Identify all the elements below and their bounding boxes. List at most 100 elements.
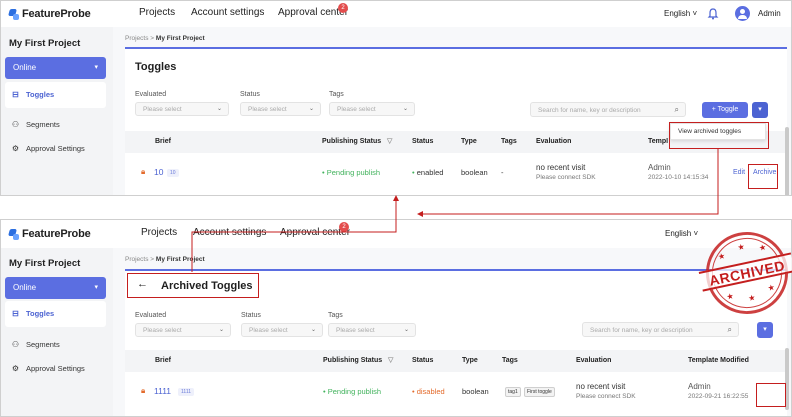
sidebar-item-approval-settings[interactable]: ⚙ Approval Settings (11, 144, 85, 153)
evaluation-text: no recent visit (536, 163, 586, 172)
bell-icon[interactable] (707, 8, 719, 20)
edit-link[interactable]: Edit (733, 169, 745, 176)
table-row[interactable]: 🔒︎ 10 10 • Pending publish • enabled boo… (125, 153, 787, 193)
filter-tags-select[interactable]: Please select ⌄ (328, 323, 416, 337)
brand-logo[interactable]: FeatureProbe (8, 6, 91, 22)
tag-badge: First toggle (524, 387, 555, 397)
chevron-down-icon: ▾ (758, 106, 762, 113)
publishing-status: • Pending publish (323, 387, 382, 396)
sidebar-item-segments[interactable]: ⚇ Segments (11, 340, 60, 349)
brand-name: FeatureProbe (22, 8, 91, 20)
breadcrumb: Projects > My First Project (125, 35, 205, 42)
filter-status-select[interactable]: Please select ⌄ (241, 323, 323, 337)
chevron-down-icon: ⌄ (308, 106, 314, 112)
highlight-archive (748, 164, 778, 189)
filter-evaluated-select[interactable]: Please select ⌄ (135, 323, 231, 337)
environment-select[interactable]: Online ▾ (5, 277, 106, 299)
language-select[interactable]: English ˅ (665, 229, 698, 238)
col-status: Status (412, 138, 434, 145)
toggle-key: 10 (167, 169, 179, 177)
evaluation-hint: Please connect SDK (536, 174, 596, 181)
col-brief: Brief (155, 357, 171, 364)
search-input[interactable]: Search for name, key or description ⌕ (530, 102, 686, 117)
breadcrumb-current: My First Project (155, 35, 205, 42)
toggles-screenshot: FeatureProbe Projects Account settings A… (0, 0, 792, 196)
logo-icon (8, 8, 20, 21)
table-row[interactable]: 🔒︎ 1111 1111 • Pending publish • disable… (125, 372, 787, 412)
environment-select[interactable]: Online ▾ (5, 57, 106, 79)
nav-account-settings[interactable]: Account settings (191, 7, 264, 18)
col-publishing-status: Publishing Status (322, 138, 382, 145)
toggle-type: boolean (461, 168, 488, 177)
nav-projects[interactable]: Projects (139, 7, 175, 18)
toggle-tags: - (501, 168, 504, 177)
table-header: Brief Publishing Status ▽ Status Type Ta… (125, 350, 787, 372)
toggle-icon: ⊟ (12, 309, 19, 318)
lock-icon: 🔒︎ (141, 167, 146, 176)
evaluation-hint: Please connect SDK (576, 393, 636, 400)
filter-status-label: Status (241, 312, 261, 319)
breadcrumb-projects[interactable]: Projects (125, 256, 148, 263)
approval-badge: 2 (338, 3, 348, 13)
project-title: My First Project (9, 38, 81, 49)
add-toggle-button[interactable]: + Toggle (702, 102, 748, 118)
filter-evaluated-select[interactable]: Please select ⌄ (135, 102, 229, 116)
sidebar-item-toggles[interactable]: ⊟ Toggles (11, 90, 54, 99)
filter-icon[interactable]: ▽ (388, 356, 393, 364)
sidebar-item-segments[interactable]: ⚇ Segments (11, 120, 60, 129)
filter-tags-label: Tags (328, 312, 343, 319)
nav-projects[interactable]: Projects (141, 227, 177, 238)
col-evaluation: Evaluation (536, 138, 572, 145)
chevron-down-icon: ▾ (94, 284, 98, 291)
search-input[interactable]: Search for name, key or description ⌕ (582, 322, 739, 337)
filter-tags-select[interactable]: Please select ⌄ (329, 102, 415, 116)
toggle-key: 1111 (178, 388, 195, 396)
chevron-down-icon: ⌄ (402, 106, 408, 112)
tag-badge: tag1 (505, 387, 521, 397)
more-options-button[interactable]: ▾ (757, 322, 773, 338)
publishing-status: • Pending publish (322, 168, 381, 177)
modified-at: 2022-09-21 16:22:55 (688, 393, 749, 400)
brand-logo[interactable]: FeatureProbe (8, 226, 91, 242)
scrollbar[interactable] (785, 127, 789, 195)
filter-status-label: Status (240, 91, 260, 98)
gear-icon: ⚙ (11, 144, 20, 153)
filter-status-select[interactable]: Please select ⌄ (240, 102, 321, 116)
archived-screenshot: FeatureProbe Projects Account settings A… (0, 219, 792, 417)
chevron-down-icon: ⌄ (216, 106, 222, 112)
chevron-down-icon: ⌄ (218, 327, 224, 333)
col-template-modified: Template Modified (688, 357, 749, 364)
nav-account-settings[interactable]: Account settings (193, 227, 266, 238)
user-name[interactable]: Admin (758, 9, 781, 18)
filter-evaluated-label: Evaluated (135, 91, 167, 98)
highlight-dropdown (669, 122, 769, 149)
toggle-icon: ⊟ (12, 90, 19, 99)
toggle-type: boolean (462, 387, 489, 396)
chevron-down-icon: ˅ (692, 9, 698, 18)
sidebar-item-toggles[interactable]: ⊟ Toggles (11, 309, 54, 318)
toggle-name[interactable]: 10 (154, 167, 163, 177)
filter-icon[interactable]: ▽ (387, 137, 392, 145)
col-tags: Tags (502, 357, 518, 364)
sidebar-item-approval-settings[interactable]: ⚙ Approval Settings (11, 364, 85, 373)
page-title: Toggles (135, 61, 177, 73)
evaluation-text: no recent visit (576, 382, 626, 391)
col-type: Type (462, 357, 478, 364)
search-icon: ⌕ (727, 325, 732, 334)
users-icon: ⚇ (11, 120, 20, 129)
toggle-name[interactable]: 1111 (154, 386, 171, 396)
highlight-empty-actions (756, 383, 786, 407)
approval-badge: 2 (339, 222, 349, 232)
lock-icon: 🔒︎ (141, 386, 146, 395)
toggle-status: • disabled (412, 387, 445, 396)
language-select[interactable]: English ˅ (664, 9, 697, 18)
chevron-down-icon: ⌄ (310, 327, 316, 333)
sidebar: My First Project Online ▾ ⊟ Toggles ⚇ Segme… (1, 27, 113, 195)
breadcrumb-projects[interactable]: Projects (125, 35, 148, 42)
more-options-button[interactable]: ▾ (752, 102, 768, 118)
chevron-down-icon: ▾ (763, 326, 767, 333)
avatar[interactable] (735, 6, 750, 21)
brand-name: FeatureProbe (22, 228, 91, 240)
logo-icon (8, 228, 20, 241)
main-content: Projects > My First Project Toggles Eval… (113, 27, 791, 195)
